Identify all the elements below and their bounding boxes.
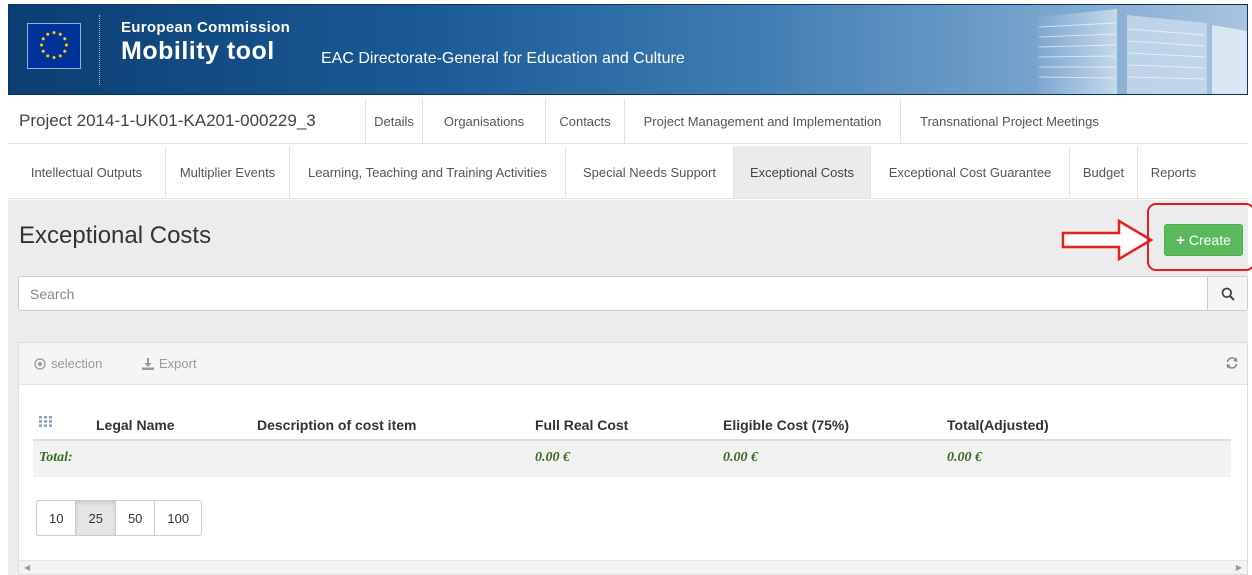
tab-exceptional-cost-guarantee[interactable]: Exceptional Cost Guarantee: [870, 146, 1069, 198]
page-size-100[interactable]: 100: [154, 500, 203, 536]
project-tabs-row-2: Intellectual Outputs Multiplier Events L…: [8, 146, 1248, 199]
brand-subtitle: EAC Directorate-General for Education an…: [321, 50, 685, 67]
tab-details[interactable]: Details: [365, 99, 422, 143]
panel-toolbar: selection Export: [19, 343, 1247, 385]
project-title: Project 2014-1-UK01-KA201-000229_3: [19, 111, 316, 130]
column-header-full-real-cost[interactable]: Full Real Cost: [535, 417, 628, 433]
column-header-description[interactable]: Description of cost item: [257, 417, 416, 433]
total-adjusted: 0.00 €: [947, 450, 982, 465]
project-tabs-row-1: Project 2014-1-UK01-KA201-000229_3 Detai…: [8, 99, 1248, 144]
download-icon: [142, 357, 154, 370]
column-header-eligible-cost[interactable]: Eligible Cost (75%): [723, 417, 849, 433]
tab-intellectual-outputs[interactable]: Intellectual Outputs: [8, 146, 165, 198]
building-graphic: [1037, 9, 1247, 94]
column-chooser-icon[interactable]: [39, 416, 52, 427]
brand-top-text: European Commission: [121, 19, 291, 36]
tab-reports[interactable]: Reports: [1137, 146, 1209, 198]
create-button-label: Create: [1188, 232, 1231, 248]
eu-flag-logo: [27, 23, 81, 69]
search-input[interactable]: [19, 277, 1207, 310]
tab-learning-teaching-training[interactable]: Learning, Teaching and Training Activiti…: [289, 146, 565, 198]
red-arrow-annotation: [1061, 218, 1153, 262]
export-label: Export: [159, 356, 197, 371]
app-name: Mobility tool: [121, 37, 275, 65]
search-icon: [1221, 287, 1235, 301]
plus-icon: +: [1176, 231, 1185, 249]
brand-divider: [99, 15, 100, 85]
target-icon: [34, 357, 46, 370]
total-label: Total:: [39, 450, 73, 465]
tab-exceptional-costs[interactable]: Exceptional Costs: [733, 146, 870, 198]
header-banner: European Commission Mobility tool EAC Di…: [8, 4, 1248, 95]
tab-transnational-meetings[interactable]: Transnational Project Meetings: [900, 99, 1118, 143]
create-button[interactable]: + Create: [1164, 224, 1243, 256]
tab-multiplier-events[interactable]: Multiplier Events: [165, 146, 289, 198]
refresh-icon[interactable]: [1225, 356, 1239, 370]
selection-label: selection: [51, 356, 103, 371]
page-size-50[interactable]: 50: [114, 500, 156, 536]
tab-budget[interactable]: Budget: [1069, 146, 1137, 198]
scroll-left-icon[interactable]: ◀: [24, 563, 30, 572]
results-panel: selection Export Legal Name Description …: [18, 342, 1248, 575]
column-header-total-adjusted[interactable]: Total(Adjusted): [947, 417, 1049, 433]
page-size-selector: 10 25 50 100: [36, 500, 203, 536]
tab-contacts[interactable]: Contacts: [545, 99, 624, 143]
scroll-right-icon[interactable]: ▶: [1236, 563, 1242, 572]
search-bar: [18, 276, 1248, 311]
column-header-legal-name[interactable]: Legal Name: [96, 417, 175, 433]
tab-special-needs-support[interactable]: Special Needs Support: [565, 146, 733, 198]
selection-button[interactable]: selection: [34, 356, 102, 371]
tab-project-management[interactable]: Project Management and Implementation: [624, 99, 900, 143]
export-button[interactable]: Export: [142, 356, 197, 371]
table-header: Legal Name Description of cost item Full…: [33, 411, 1231, 441]
total-eligible-cost: 0.00 €: [723, 450, 758, 465]
horizontal-scrollbar[interactable]: ◀ ▶: [19, 560, 1247, 574]
tab-organisations[interactable]: Organisations: [422, 99, 545, 143]
page-size-25[interactable]: 25: [75, 500, 116, 536]
page-title: Exceptional Costs: [19, 222, 212, 249]
total-full-real-cost: 0.00 €: [535, 450, 570, 465]
page-size-10[interactable]: 10: [36, 500, 77, 536]
main-content: Exceptional Costs + Create selection: [8, 200, 1252, 575]
total-row: Total: 0.00 € 0.00 € 0.00 €: [33, 441, 1231, 477]
search-button[interactable]: [1207, 277, 1247, 310]
